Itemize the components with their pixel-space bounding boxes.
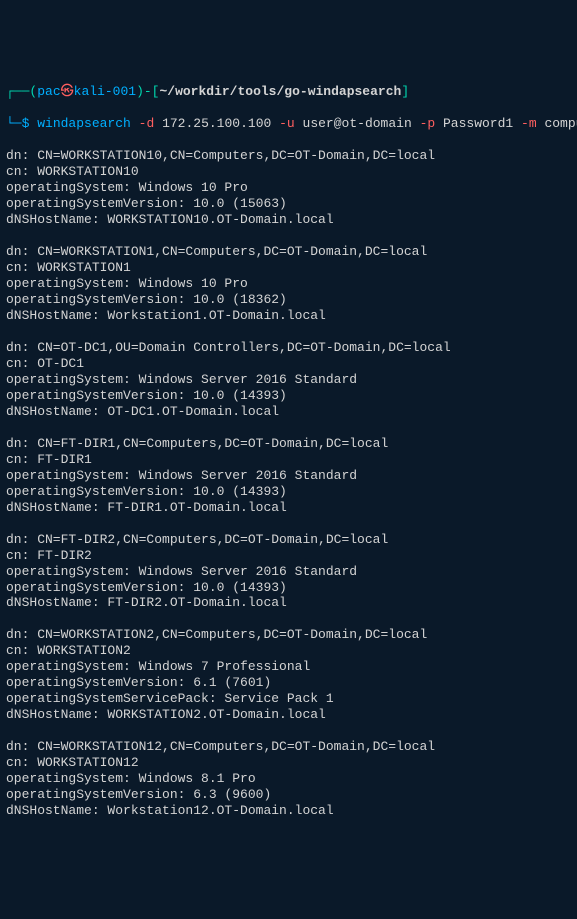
prompt-decor: ┌──( <box>6 84 37 99</box>
blank-line <box>6 228 571 244</box>
prompt-line-1: ┌──(pac㉿kali-001)-[~/workdir/tools/go-wi… <box>6 84 571 100</box>
output-osv: operatingSystemVersion: 6.1 (7601) <box>6 675 571 691</box>
output-osv: operatingSystemVersion: 10.0 (14393) <box>6 580 571 596</box>
prompt-line-2[interactable]: └─$ windapsearch -d 172.25.100.100 -u us… <box>6 116 571 132</box>
output-os: operatingSystem: Windows 7 Professional <box>6 659 571 675</box>
output-cn: cn: WORKSTATION2 <box>6 643 571 659</box>
prompt-dollar: └─$ <box>6 116 29 131</box>
output-dn: dn: CN=WORKSTATION2,CN=Computers,DC=OT-D… <box>6 627 571 643</box>
blank-line <box>6 420 571 436</box>
arg-d: 172.25.100.100 <box>162 116 271 131</box>
prompt-bracket-close: ] <box>401 84 409 99</box>
prompt-path: ~/workdir/tools/go-windapsearch <box>159 84 401 99</box>
command-binary: windapsearch <box>37 116 131 131</box>
terminal-output[interactable]: ┌──(pac㉿kali-001)-[~/workdir/tools/go-wi… <box>6 68 571 835</box>
output-dns: dNSHostName: Workstation12.OT-Domain.loc… <box>6 803 571 819</box>
output-cn: cn: WORKSTATION10 <box>6 164 571 180</box>
output-osv: operatingSystemVersion: 10.0 (14393) <box>6 484 571 500</box>
prompt-user: pac <box>37 84 60 99</box>
output-dns: dNSHostName: WORKSTATION10.OT-Domain.loc… <box>6 212 571 228</box>
output-dns: dNSHostName: OT-DC1.OT-Domain.local <box>6 404 571 420</box>
flag-p: -p <box>420 116 436 131</box>
blank-line <box>6 324 571 340</box>
output-osv: operatingSystemVersion: 10.0 (14393) <box>6 388 571 404</box>
flag-u: -u <box>279 116 295 131</box>
output-dns: dNSHostName: FT-DIR1.OT-Domain.local <box>6 500 571 516</box>
prompt-host: kali-001 <box>74 84 136 99</box>
prompt-at: ㉿ <box>61 84 74 99</box>
output-cn: cn: FT-DIR1 <box>6 452 571 468</box>
output-dn: dn: CN=WORKSTATION12,CN=Computers,DC=OT-… <box>6 739 571 755</box>
output-os: operatingSystem: Windows 10 Pro <box>6 276 571 292</box>
prompt-decor-close: )-[ <box>136 84 159 99</box>
output-dns: dNSHostName: Workstation1.OT-Domain.loca… <box>6 308 571 324</box>
blank-line <box>6 723 571 739</box>
output-dn: dn: CN=FT-DIR1,CN=Computers,DC=OT-Domain… <box>6 436 571 452</box>
arg-m: computers <box>544 116 577 131</box>
output-osv: operatingSystemVersion: 10.0 (15063) <box>6 196 571 212</box>
output-sp: operatingSystemServicePack: Service Pack… <box>6 691 571 707</box>
output-osv: operatingSystemVersion: 10.0 (18362) <box>6 292 571 308</box>
output-cn: cn: WORKSTATION12 <box>6 755 571 771</box>
arg-u: user@ot-domain <box>303 116 412 131</box>
flag-m: -m <box>521 116 537 131</box>
output-dn: dn: CN=OT-DC1,OU=Domain Controllers,DC=O… <box>6 340 571 356</box>
output-dns: dNSHostName: FT-DIR2.OT-Domain.local <box>6 595 571 611</box>
command-output-block: dn: CN=WORKSTATION10,CN=Computers,DC=OT-… <box>6 148 571 819</box>
output-cn: cn: OT-DC1 <box>6 356 571 372</box>
output-os: operatingSystem: Windows Server 2016 Sta… <box>6 372 571 388</box>
arg-p: Password1 <box>443 116 513 131</box>
output-dn: dn: CN=WORKSTATION10,CN=Computers,DC=OT-… <box>6 148 571 164</box>
output-cn: cn: FT-DIR2 <box>6 548 571 564</box>
output-dns: dNSHostName: WORKSTATION2.OT-Domain.loca… <box>6 707 571 723</box>
output-cn: cn: WORKSTATION1 <box>6 260 571 276</box>
output-osv: operatingSystemVersion: 6.3 (9600) <box>6 787 571 803</box>
output-os: operatingSystem: Windows 10 Pro <box>6 180 571 196</box>
output-os: operatingSystem: Windows Server 2016 Sta… <box>6 468 571 484</box>
output-os: operatingSystem: Windows Server 2016 Sta… <box>6 564 571 580</box>
output-dn: dn: CN=FT-DIR2,CN=Computers,DC=OT-Domain… <box>6 532 571 548</box>
blank-line <box>6 611 571 627</box>
output-dn: dn: CN=WORKSTATION1,CN=Computers,DC=OT-D… <box>6 244 571 260</box>
blank-line <box>6 516 571 532</box>
output-os: operatingSystem: Windows 8.1 Pro <box>6 771 571 787</box>
flag-d: -d <box>139 116 155 131</box>
